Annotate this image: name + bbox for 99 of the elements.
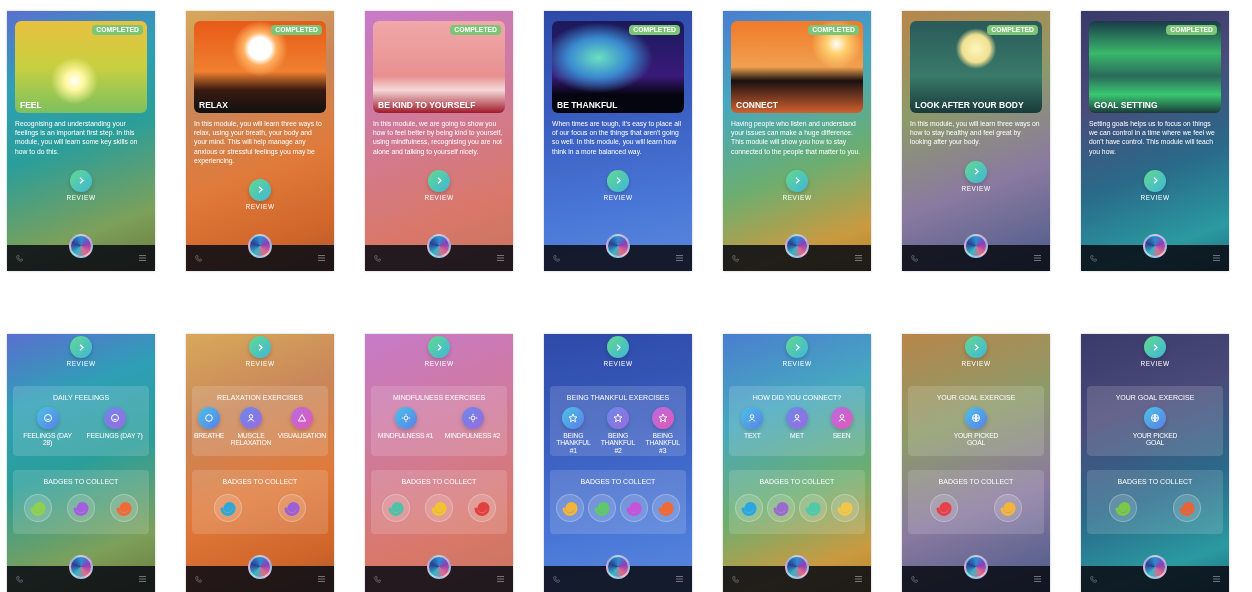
exercise-button[interactable] bbox=[562, 406, 585, 429]
chevron-icon bbox=[257, 186, 263, 194]
swirl-logo-icon[interactable] bbox=[1143, 555, 1167, 579]
menu-icon[interactable] bbox=[676, 255, 683, 261]
exercise-button[interactable] bbox=[607, 406, 629, 429]
swirl-logo-icon[interactable] bbox=[1143, 234, 1167, 258]
exercise-button[interactable] bbox=[830, 406, 853, 429]
phone-icon[interactable] bbox=[195, 254, 202, 262]
phone-icon[interactable] bbox=[553, 254, 560, 262]
phone-icon[interactable] bbox=[732, 575, 739, 583]
phone-icon[interactable] bbox=[16, 575, 23, 583]
chevron-icon bbox=[973, 168, 979, 175]
review-button[interactable] bbox=[607, 336, 629, 358]
chevron-icon bbox=[794, 177, 800, 185]
phone-icon[interactable] bbox=[374, 575, 381, 583]
module-title: CONNECT bbox=[736, 100, 779, 109]
chevron-icon bbox=[1152, 343, 1158, 351]
review-button[interactable] bbox=[965, 160, 987, 183]
chevron-icon bbox=[973, 343, 979, 351]
star-icon bbox=[613, 412, 623, 423]
globe-icon bbox=[971, 412, 981, 423]
exercise-button[interactable] bbox=[103, 406, 126, 429]
person-icon bbox=[792, 412, 802, 423]
menu-icon[interactable] bbox=[497, 576, 504, 582]
chevron-icon bbox=[794, 343, 800, 351]
phone-icon[interactable] bbox=[374, 254, 381, 262]
phone-icon[interactable] bbox=[1090, 575, 1097, 583]
menu-icon[interactable] bbox=[1213, 255, 1220, 261]
review-button[interactable] bbox=[607, 169, 629, 192]
chevron-icon bbox=[436, 177, 442, 185]
chevron-icon bbox=[78, 343, 84, 351]
phone-icon[interactable] bbox=[732, 254, 739, 262]
exercise-button[interactable] bbox=[786, 406, 808, 429]
person-icon bbox=[245, 412, 256, 423]
swirl-logo-icon[interactable] bbox=[606, 234, 630, 258]
menu-icon[interactable] bbox=[1034, 255, 1041, 261]
exercise-button[interactable] bbox=[36, 406, 59, 429]
globe-icon bbox=[1150, 412, 1160, 423]
menu-icon[interactable] bbox=[1213, 576, 1220, 582]
menu-icon[interactable] bbox=[1034, 576, 1041, 582]
module-title: BE KIND TO YOURSELF bbox=[378, 100, 476, 109]
swirl-logo-icon[interactable] bbox=[785, 234, 809, 258]
exercise-button[interactable] bbox=[461, 406, 484, 429]
phone-icon[interactable] bbox=[195, 575, 202, 583]
module-title: RELAX bbox=[199, 100, 228, 109]
review-button[interactable] bbox=[1144, 169, 1166, 192]
exercise-button[interactable] bbox=[651, 406, 674, 429]
phone-icon[interactable] bbox=[911, 575, 918, 583]
module-title: BE THANKFUL bbox=[557, 100, 618, 109]
circle-icon bbox=[204, 412, 215, 423]
smiley-icon bbox=[109, 412, 120, 423]
chevron-icon bbox=[436, 343, 442, 351]
star-icon bbox=[657, 412, 668, 423]
phone-icon[interactable] bbox=[911, 254, 918, 262]
swirl-logo-icon[interactable] bbox=[69, 234, 93, 258]
exercise-button[interactable] bbox=[965, 406, 987, 429]
menu-icon[interactable] bbox=[855, 255, 862, 261]
menu-icon[interactable] bbox=[318, 576, 325, 582]
menu-icon[interactable] bbox=[855, 576, 862, 582]
review-button[interactable] bbox=[1144, 336, 1166, 358]
module-title: LOOK AFTER YOUR BODY bbox=[915, 100, 1024, 109]
triangle-icon bbox=[296, 412, 307, 423]
chevron-icon bbox=[615, 177, 621, 185]
person-icon bbox=[836, 412, 847, 423]
exercise-button[interactable] bbox=[1144, 406, 1166, 429]
review-button[interactable] bbox=[70, 336, 92, 358]
exercise-button[interactable] bbox=[290, 406, 313, 429]
person-icon bbox=[747, 412, 758, 423]
swirl-logo-icon[interactable] bbox=[427, 555, 451, 579]
swirl-logo-icon[interactable] bbox=[248, 555, 272, 579]
swirl-logo-icon[interactable] bbox=[964, 555, 988, 579]
swirl-logo-icon[interactable] bbox=[606, 555, 630, 579]
menu-icon[interactable] bbox=[676, 576, 683, 582]
menu-icon[interactable] bbox=[318, 255, 325, 261]
swirl-logo-icon[interactable] bbox=[69, 555, 93, 579]
phone-icon[interactable] bbox=[1090, 254, 1097, 262]
swirl-logo-icon[interactable] bbox=[964, 234, 988, 258]
chevron-icon bbox=[257, 343, 263, 351]
swirl-logo-icon[interactable] bbox=[248, 234, 272, 258]
smiley-icon bbox=[42, 412, 53, 423]
menu-icon[interactable] bbox=[139, 576, 146, 582]
chevron-icon bbox=[615, 343, 621, 351]
exercise-button[interactable] bbox=[394, 406, 417, 429]
exercise-button[interactable] bbox=[741, 406, 764, 429]
menu-icon[interactable] bbox=[139, 255, 146, 261]
chevron-icon bbox=[78, 177, 84, 185]
menu-icon[interactable] bbox=[497, 255, 504, 261]
star-icon bbox=[568, 412, 579, 423]
sun-icon bbox=[467, 412, 478, 423]
module-title: GOAL SETTING bbox=[1094, 100, 1158, 109]
module-title: FEEL bbox=[20, 100, 42, 109]
exercise-button[interactable] bbox=[198, 406, 221, 429]
swirl-logo-icon[interactable] bbox=[427, 234, 451, 258]
phone-icon[interactable] bbox=[16, 254, 23, 262]
swirl-logo-icon[interactable] bbox=[785, 555, 809, 579]
sun-icon bbox=[400, 412, 411, 423]
chevron-icon bbox=[1152, 177, 1158, 185]
phone-icon[interactable] bbox=[553, 575, 560, 583]
exercise-button[interactable] bbox=[239, 406, 262, 429]
